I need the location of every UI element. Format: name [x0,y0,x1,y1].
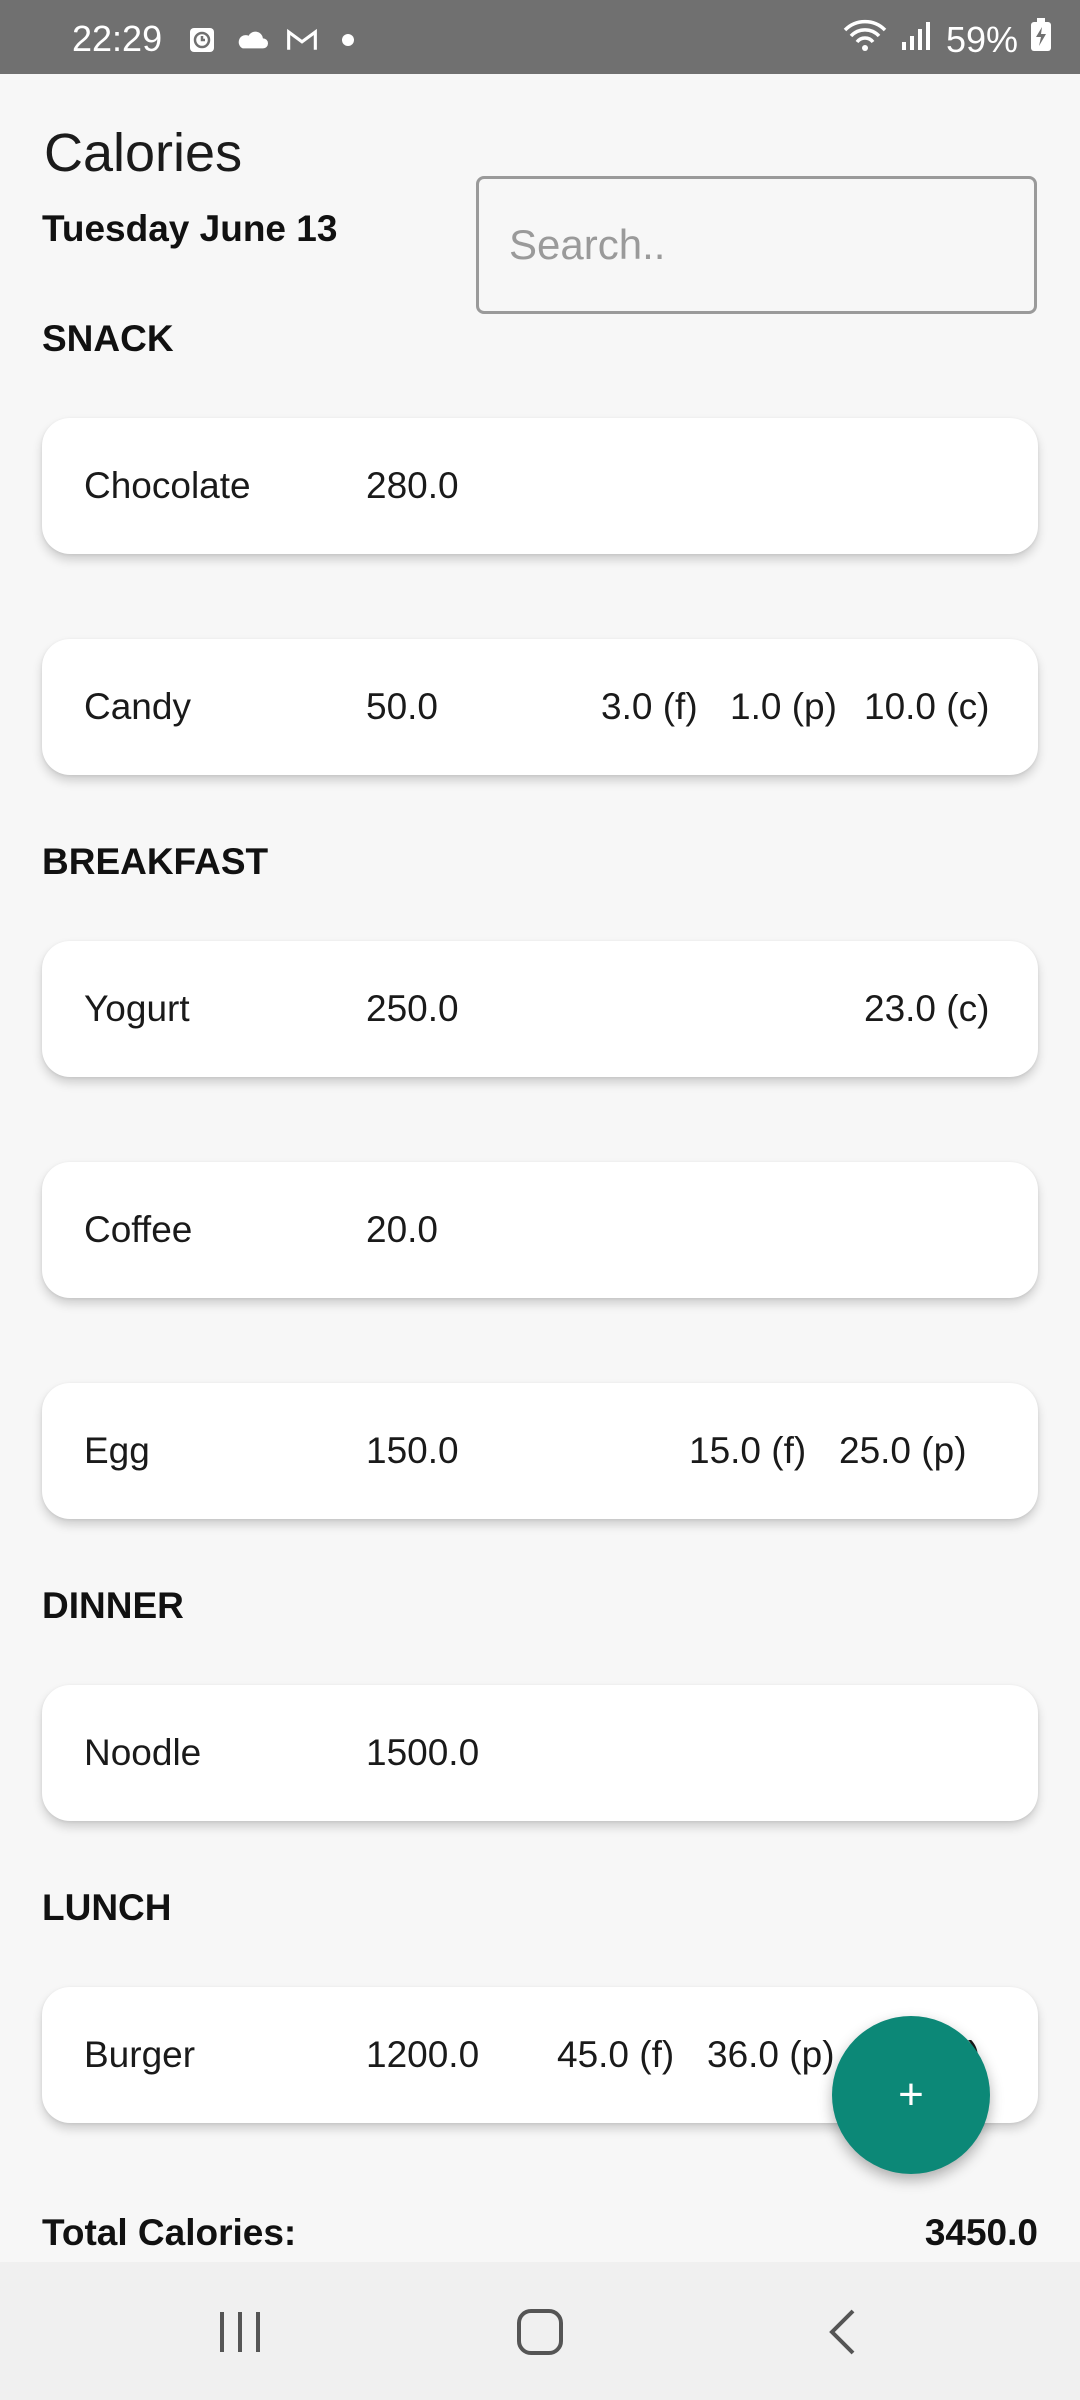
food-calories: 1500.0 [366,1732,480,1773]
total-calories-label: Total Calories: [42,2212,297,2253]
page-title: Calories [44,123,243,183]
total-calories-value: 3450.0 [924,2212,1038,2253]
search-input[interactable] [476,176,1037,314]
home-button[interactable] [500,2294,580,2374]
status-right: 59% [842,18,1052,61]
more-notifications-dot-icon [342,34,354,46]
food-protein: 1.0 (p) [730,686,837,727]
plus-icon: + [898,2070,924,2119]
food-protein: 36.0 (p) [707,2034,835,2075]
food-calories: 20.0 [366,1209,439,1250]
food-name: Candy [84,686,191,727]
status-time: 22:29 [72,18,163,59]
food-name: Coffee [84,1209,193,1250]
food-calories: 280.0 [366,465,459,506]
food-protein: 25.0 (p) [839,1430,967,1471]
food-entry-card[interactable]: Egg 150.0 15.0 (f) 25.0 (p) [42,1383,1038,1519]
section-header-snack: SNACK [42,318,174,359]
status-notification-icons [186,26,354,54]
date-label: Tuesday June 13 [42,208,338,249]
cloud-icon [236,26,268,54]
section-header-dinner: DINNER [42,1585,184,1626]
food-entry-card[interactable]: Noodle 1500.0 [42,1685,1038,1821]
status-bar: 22:29 59% [0,0,1080,74]
food-name: Yogurt [84,988,190,1029]
home-icon [516,2308,564,2361]
food-calories: 150.0 [366,1430,459,1471]
food-name: Burger [84,2034,196,2075]
section-header-lunch: LUNCH [42,1887,172,1928]
food-fat: 3.0 (f) [601,686,698,727]
food-fat: 15.0 (f) [689,1430,807,1471]
section-header-breakfast: BREAKFAST [42,841,269,882]
food-name: Noodle [84,1732,202,1773]
back-button[interactable] [802,2294,882,2374]
food-carbs: 23.0 (c) [864,988,990,1029]
clock-icon [186,26,218,54]
food-name: Chocolate [84,465,251,506]
add-food-button[interactable]: + [832,2016,990,2174]
battery-charging-icon [1030,18,1052,61]
gmail-icon [286,26,318,54]
food-fat: 45.0 (f) [557,2034,675,2075]
food-entry-card[interactable]: Coffee 20.0 [42,1162,1038,1298]
food-calories: 1200.0 [366,2034,480,2075]
back-icon [827,2308,857,2361]
food-entry-card[interactable]: Chocolate 280.0 [42,418,1038,554]
food-entry-card[interactable]: Yogurt 250.0 23.0 (c) [42,941,1038,1077]
recents-icon [217,2310,263,2359]
signal-icon [900,19,934,61]
food-calories: 50.0 [366,686,439,727]
food-carbs: 10.0 (c) [864,686,990,727]
food-entry-card[interactable]: Candy 50.0 3.0 (f) 1.0 (p) 10.0 (c) [42,639,1038,775]
system-nav-bar [0,2262,1080,2400]
food-name: Egg [84,1430,150,1471]
battery-percent: 59% [945,18,1018,60]
wifi-icon [842,18,888,61]
food-calories: 250.0 [366,988,459,1029]
recents-button[interactable] [200,2294,280,2374]
